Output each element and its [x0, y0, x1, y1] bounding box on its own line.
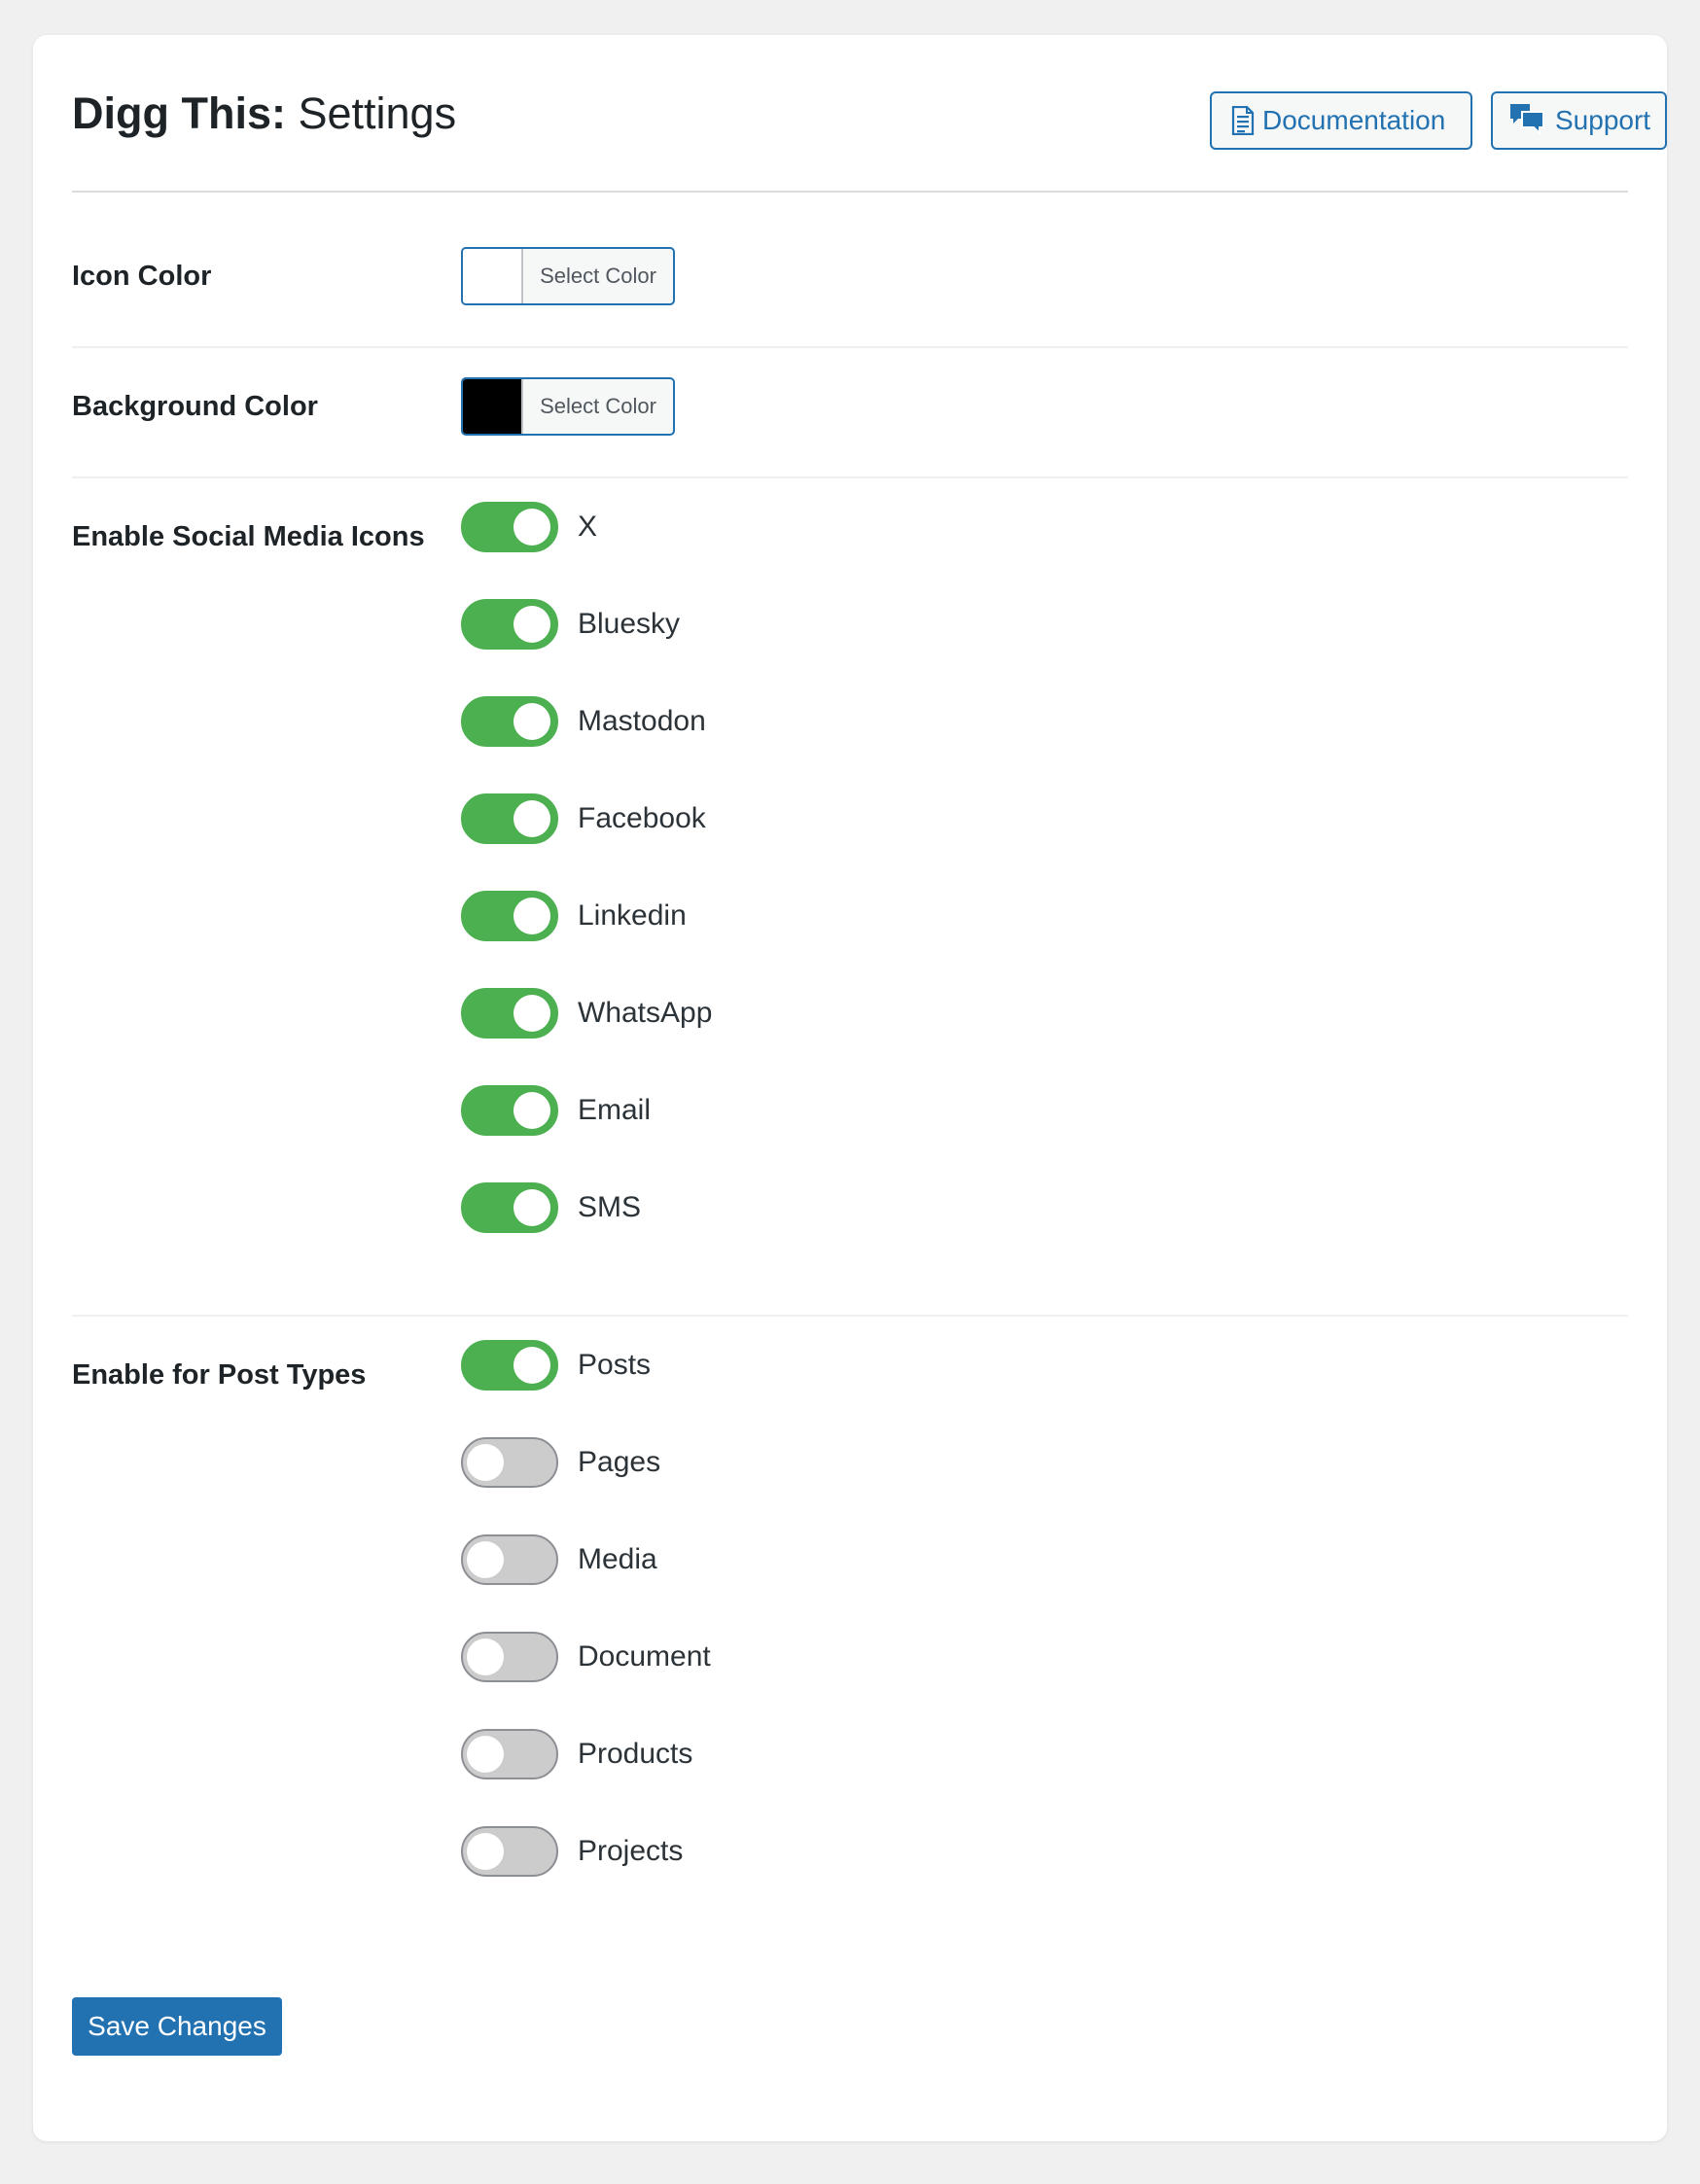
chat-bubbles-icon: [1508, 102, 1547, 139]
social-toggle-email[interactable]: Email: [461, 1083, 651, 1138]
toggle-label: Linkedin: [578, 899, 687, 932]
post-type-toggle-media[interactable]: Media: [461, 1532, 657, 1587]
post-type-toggle-document[interactable]: Document: [461, 1630, 711, 1684]
toggle-label: Pages: [578, 1446, 661, 1478]
toggle-knob: [467, 1444, 504, 1481]
toggle-switch[interactable]: [461, 1826, 558, 1877]
post-type-toggle-pages[interactable]: Pages: [461, 1435, 660, 1490]
toggle-label: WhatsApp: [578, 997, 713, 1029]
social-toggle-facebook[interactable]: Facebook: [461, 792, 706, 846]
toggle-knob: [514, 606, 550, 643]
toggle-switch[interactable]: [461, 988, 558, 1039]
toggle-switch[interactable]: [461, 696, 558, 747]
toggle-switch[interactable]: [461, 1182, 558, 1233]
toggle-switch[interactable]: [461, 1729, 558, 1779]
toggle-knob: [514, 800, 550, 837]
toggle-knob: [514, 1189, 550, 1226]
social-toggle-sms[interactable]: SMS: [461, 1180, 641, 1235]
social-toggle-bluesky[interactable]: Bluesky: [461, 597, 680, 652]
post-type-toggle-posts[interactable]: Posts: [461, 1338, 651, 1392]
post-type-toggle-products[interactable]: Products: [461, 1727, 692, 1781]
title-page: Settings: [298, 88, 457, 138]
page-title: Digg This: Settings: [72, 91, 456, 135]
toggle-knob: [514, 509, 550, 546]
toggle-knob: [514, 898, 550, 934]
toggle-label: Bluesky: [578, 608, 681, 640]
toggle-knob: [514, 1347, 550, 1384]
toggle-label: SMS: [578, 1191, 642, 1223]
divider: [72, 1315, 1628, 1317]
toggle-switch[interactable]: [461, 891, 558, 941]
social-icons-label: Enable Social Media Icons: [72, 521, 425, 552]
post-types-label: Enable for Post Types: [72, 1359, 367, 1391]
toggle-knob: [467, 1638, 504, 1675]
background-color-swatch: [463, 379, 523, 434]
save-changes-button[interactable]: Save Changes: [72, 1997, 282, 2056]
post-type-toggle-projects[interactable]: Projects: [461, 1824, 683, 1879]
toggle-label: Media: [578, 1543, 657, 1575]
select-color-label: Select Color: [540, 264, 656, 288]
icon-color-swatch: [463, 249, 523, 303]
toggle-switch[interactable]: [461, 793, 558, 844]
toggle-knob: [467, 1736, 504, 1773]
social-toggle-linkedin[interactable]: Linkedin: [461, 889, 687, 943]
documentation-button[interactable]: Documentation: [1210, 91, 1472, 150]
toggle-label: X: [578, 511, 598, 543]
toggle-label: Projects: [578, 1835, 684, 1867]
toggle-label: Posts: [578, 1349, 652, 1381]
background-color-label: Background Color: [72, 391, 318, 422]
toggle-label: Mastodon: [578, 705, 706, 737]
toggle-switch[interactable]: [461, 502, 558, 552]
toggle-knob: [467, 1833, 504, 1870]
support-button[interactable]: Support: [1491, 91, 1667, 150]
icon-color-label: Icon Color: [72, 261, 212, 292]
toggle-knob: [467, 1541, 504, 1578]
toggle-switch[interactable]: [461, 1437, 558, 1488]
document-icon: [1231, 106, 1255, 135]
icon-color-picker[interactable]: Select Color: [461, 247, 675, 305]
toggle-label: Document: [578, 1640, 711, 1673]
toggle-switch[interactable]: [461, 1534, 558, 1585]
toggle-switch[interactable]: [461, 1085, 558, 1136]
documentation-label: Documentation: [1262, 105, 1446, 135]
toggle-switch[interactable]: [461, 1340, 558, 1391]
page-header: Digg This: Settings Documentation Suppor…: [72, 35, 1667, 193]
social-toggle-whatsapp[interactable]: WhatsApp: [461, 986, 712, 1040]
divider: [72, 476, 1628, 478]
settings-card: Digg This: Settings Documentation Suppor…: [33, 35, 1667, 2141]
toggle-knob: [514, 995, 550, 1032]
toggle-switch[interactable]: [461, 1632, 558, 1682]
toggle-label: Products: [578, 1738, 693, 1770]
background-color-picker[interactable]: Select Color: [461, 377, 675, 436]
divider: [72, 346, 1628, 348]
social-toggle-x[interactable]: X: [461, 500, 597, 554]
toggle-label: Email: [578, 1094, 652, 1126]
toggle-label: Facebook: [578, 802, 706, 834]
support-label: Support: [1555, 105, 1651, 135]
social-toggle-mastodon[interactable]: Mastodon: [461, 694, 706, 749]
select-color-label: Select Color: [540, 394, 656, 418]
title-brand: Digg This:: [72, 88, 286, 138]
toggle-knob: [514, 1092, 550, 1129]
toggle-knob: [514, 703, 550, 740]
toggle-switch[interactable]: [461, 599, 558, 650]
